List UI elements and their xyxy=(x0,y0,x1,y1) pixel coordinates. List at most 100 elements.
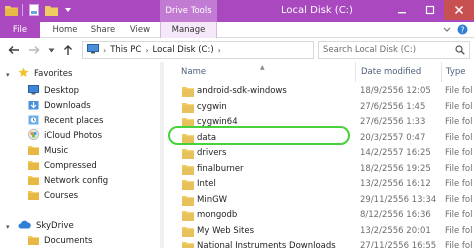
file-type: File fol xyxy=(445,117,473,127)
tab-manage[interactable]: Manage xyxy=(160,22,217,38)
file-name: mongodb xyxy=(197,210,238,220)
tab-file[interactable]: File xyxy=(0,22,40,38)
nav-item-downloads[interactable]: Downloads xyxy=(28,99,91,113)
folder-icon xyxy=(182,133,194,144)
nav-item-label: Courses xyxy=(44,191,79,201)
minimize-button[interactable] xyxy=(388,0,416,20)
nav-item-music[interactable]: Music xyxy=(28,144,68,158)
file-type: File fol xyxy=(445,101,473,112)
file-row[interactable]: finalburner 18/2/2556 19:25 File fol xyxy=(168,162,474,178)
up-one-level-button[interactable] xyxy=(60,42,76,58)
nav-item-documents[interactable]: Documents xyxy=(28,234,92,248)
folder-icon xyxy=(182,117,194,128)
file-row[interactable]: data 20/3/2557 0:47 File fol xyxy=(168,131,474,147)
new-folder-icon[interactable] xyxy=(44,3,58,17)
file-type: File fol xyxy=(445,163,473,174)
maximize-button[interactable] xyxy=(416,0,444,20)
recent-locations-dropdown[interactable] xyxy=(46,42,56,58)
file-name: finalburner xyxy=(197,163,244,174)
file-row[interactable]: National Instruments Downloads 27/11/2556… xyxy=(168,239,474,248)
column-header-type[interactable]: Type xyxy=(443,62,474,82)
file-row[interactable]: MinGW 29/11/2556 13:34 File fol xyxy=(168,193,474,209)
breadcrumb-separator[interactable]: › xyxy=(218,46,221,55)
nav-item-label: Network config xyxy=(44,176,109,186)
file-name: android-sdk-windows xyxy=(197,86,287,96)
file-name: Intel xyxy=(197,179,216,189)
help-icon[interactable]: ? xyxy=(457,24,468,38)
file-type: File fol xyxy=(445,148,473,158)
title-bar: Drive Tools Local Disk (C:) xyxy=(0,0,474,22)
search-icon[interactable] xyxy=(455,45,465,58)
expand-favorites-icon[interactable]: ▾ xyxy=(6,71,10,79)
nav-item-label: iCloud Photos xyxy=(44,131,103,141)
breadcrumb-separator[interactable]: › xyxy=(145,46,148,55)
folder-icon xyxy=(28,175,39,188)
file-type: File fol xyxy=(445,241,473,248)
close-button[interactable] xyxy=(444,0,474,20)
file-row[interactable]: cygwin64 27/6/2556 1:33 File fol xyxy=(168,115,474,131)
folder-app-icon[interactable] xyxy=(4,3,18,17)
nav-item-label: Documents xyxy=(44,236,93,246)
expand-ribbon-icon[interactable] xyxy=(443,26,451,36)
breadcrumb-this-pc[interactable]: This PC xyxy=(110,45,141,55)
icloud-photos-icon xyxy=(28,129,39,143)
file-row[interactable]: My Web Sites 13/2/2556 20:01 File fol xyxy=(168,224,474,240)
address-bar[interactable]: › This PC › Local Disk (C:) › xyxy=(82,41,390,59)
nav-item-label: Downloads xyxy=(44,101,91,111)
cloud-icon xyxy=(18,220,31,232)
file-row[interactable]: android-sdk-windows 18/9/2556 12:05 File f… xyxy=(168,84,474,100)
folder-icon xyxy=(28,145,39,158)
nav-item-recent-places[interactable]: Recent places xyxy=(28,114,103,128)
column-header-date-modified[interactable]: Date modified xyxy=(358,62,442,82)
file-date-modified: 13/2/2556 20:01 xyxy=(360,225,431,236)
nav-item-compressed[interactable]: Compressed xyxy=(28,159,97,173)
folder-icon xyxy=(182,86,194,97)
folder-icon xyxy=(28,235,39,248)
file-date-modified: 27/6/2556 1:45 xyxy=(360,101,426,112)
file-type: File fol xyxy=(445,86,473,96)
file-name: My Web Sites xyxy=(197,225,255,236)
folder-icon xyxy=(182,226,194,237)
file-type: File fol xyxy=(445,225,473,236)
properties-icon[interactable] xyxy=(27,3,41,17)
breadcrumb-local-disk[interactable]: Local Disk (C:) xyxy=(153,45,214,55)
file-date-modified: 18/9/2556 12:05 xyxy=(360,86,431,96)
folder-icon xyxy=(182,241,194,248)
tab-share[interactable]: Share xyxy=(86,22,120,38)
file-row[interactable]: cygwin 27/6/2556 1:45 File fol xyxy=(168,100,474,116)
nav-item-icloud-photos[interactable]: iCloud Photos xyxy=(28,129,102,143)
nav-item-network-config[interactable]: Network config xyxy=(28,174,108,188)
file-name: cygwin64 xyxy=(197,117,238,127)
customize-qat-icon[interactable] xyxy=(61,3,75,17)
file-row[interactable]: Intel 13/2/2556 16:12 File fol xyxy=(168,177,474,193)
forward-button[interactable] xyxy=(26,42,42,58)
file-date-modified: 27/11/2556 16:55 xyxy=(360,241,437,248)
search-input[interactable] xyxy=(318,41,470,59)
nav-favorites[interactable]: Favorites xyxy=(18,67,72,81)
expand-skydrive-icon[interactable]: ▾ xyxy=(6,223,10,231)
file-name: cygwin xyxy=(197,101,227,112)
ribbon-right-controls: ? xyxy=(443,24,468,38)
folder-icon xyxy=(182,195,194,206)
file-name: drivers xyxy=(197,148,227,158)
column-header-name[interactable]: Name xyxy=(178,62,356,82)
nav-skydrive-label: SkyDrive xyxy=(36,221,74,231)
navigation-pane: ▾ Favorites Desktop Downloads Recent pla… xyxy=(0,62,164,248)
file-row[interactable]: mongodb 8/12/2556 16:36 File fol xyxy=(168,208,474,224)
file-row[interactable]: drivers 14/2/2557 16:25 File fol xyxy=(168,146,474,162)
recent-places-icon xyxy=(28,115,39,128)
back-button[interactable] xyxy=(6,42,22,58)
file-date-modified: 27/6/2556 1:33 xyxy=(360,117,426,127)
nav-item-desktop[interactable]: Desktop xyxy=(28,84,79,98)
nav-item-courses[interactable]: Courses xyxy=(28,189,78,203)
tab-home[interactable]: Home xyxy=(48,22,82,38)
tab-view[interactable]: View xyxy=(124,22,156,38)
nav-skydrive[interactable]: SkyDrive xyxy=(18,219,74,233)
nav-item-label: Compressed xyxy=(44,161,97,171)
navigation-scrollbar[interactable] xyxy=(160,62,164,248)
file-type: File fol xyxy=(445,194,473,205)
qat-separator xyxy=(22,4,23,16)
file-date-modified: 14/2/2557 16:25 xyxy=(360,148,431,158)
folder-icon xyxy=(182,179,194,190)
breadcrumb-separator[interactable]: › xyxy=(103,46,106,55)
